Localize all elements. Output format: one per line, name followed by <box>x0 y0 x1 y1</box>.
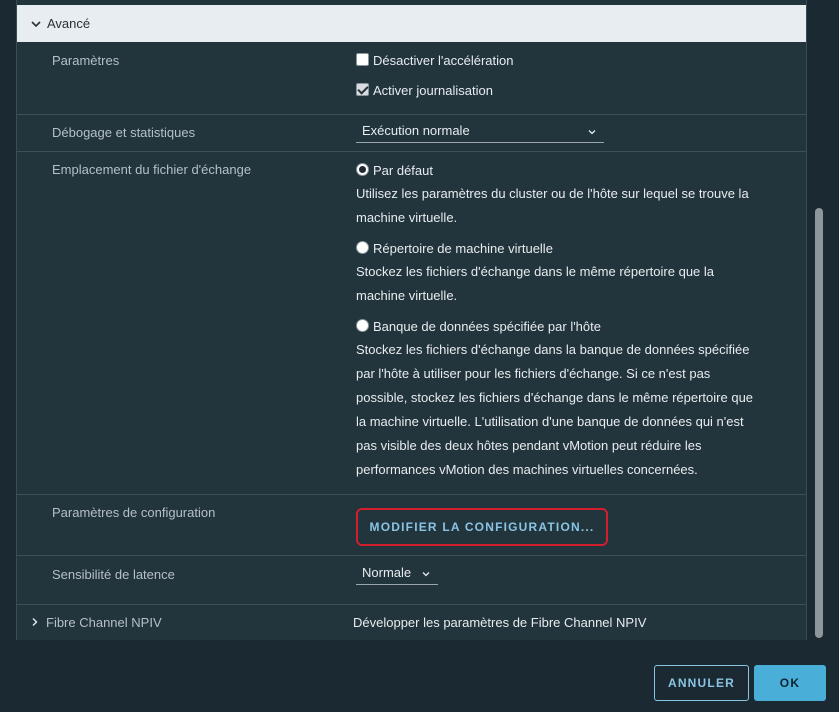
swap-host-datastore-description: Stockez les fichiers d'échange dans la b… <box>356 342 754 477</box>
swap-default-description: Utilisez les paramètres du cluster ou de… <box>356 186 749 225</box>
row-npiv[interactable]: Fibre Channel NPIV Développer les paramè… <box>17 605 806 640</box>
chevron-down-icon <box>31 20 41 27</box>
cancel-button[interactable]: ANNULER <box>654 665 749 701</box>
swap-default-radio[interactable] <box>356 163 369 176</box>
chevron-down-icon <box>588 130 596 135</box>
chevron-right-icon[interactable] <box>30 617 40 627</box>
advanced-settings-panel: Avancé Paramètres Désactiver l'accélérat… <box>16 0 807 640</box>
debug-label: Débogage et statistiques <box>52 125 196 140</box>
modify-configuration-button[interactable]: MODIFIER LA CONFIGURATION... <box>356 508 608 546</box>
disable-acceleration-label[interactable]: Désactiver l'accélération <box>373 53 514 68</box>
row-debug: Débogage et statistiques Exécution norma… <box>17 115 806 152</box>
enable-logging-checkbox[interactable] <box>356 83 369 96</box>
section-title: Avancé <box>47 16 91 31</box>
swap-vm-directory-label[interactable]: Répertoire de machine virtuelle <box>373 241 553 256</box>
debug-select[interactable]: Exécution normale <box>356 121 604 143</box>
config-parameters-label: Paramètres de configuration <box>52 505 216 520</box>
scrollbar-thumb[interactable] <box>815 208 823 638</box>
ok-button[interactable]: OK <box>754 665 826 701</box>
latency-label: Sensibilité de latence <box>52 567 175 582</box>
npiv-label[interactable]: Fibre Channel NPIV <box>46 615 162 630</box>
latency-select[interactable]: Normale <box>356 563 438 585</box>
row-parameters: Paramètres Désactiver l'accélération Act… <box>17 42 806 115</box>
swap-location-label: Emplacement du fichier d'échange <box>52 162 252 177</box>
row-swap-location: Emplacement du fichier d'échange Par déf… <box>17 152 806 495</box>
parameters-label: Paramètres <box>52 53 120 68</box>
debug-select-value: Exécution normale <box>362 123 470 138</box>
enable-logging-label[interactable]: Activer journalisation <box>373 83 493 98</box>
swap-host-datastore-label[interactable]: Banque de données spécifiée par l'hôte <box>373 319 601 334</box>
section-header-advanced[interactable]: Avancé <box>17 5 806 42</box>
swap-host-datastore-radio[interactable] <box>356 319 369 332</box>
disable-acceleration-checkbox[interactable] <box>356 53 369 66</box>
row-latency: Sensibilité de latence Normale <box>17 556 806 605</box>
npiv-value: Développer les paramètres de Fibre Chann… <box>353 615 647 630</box>
swap-default-label[interactable]: Par défaut <box>373 163 433 178</box>
swap-vm-directory-description: Stockez les fichiers d'échange dans le m… <box>356 264 715 303</box>
chevron-down-icon <box>422 572 430 577</box>
latency-select-value: Normale <box>362 565 412 580</box>
swap-vm-directory-radio[interactable] <box>356 241 369 254</box>
